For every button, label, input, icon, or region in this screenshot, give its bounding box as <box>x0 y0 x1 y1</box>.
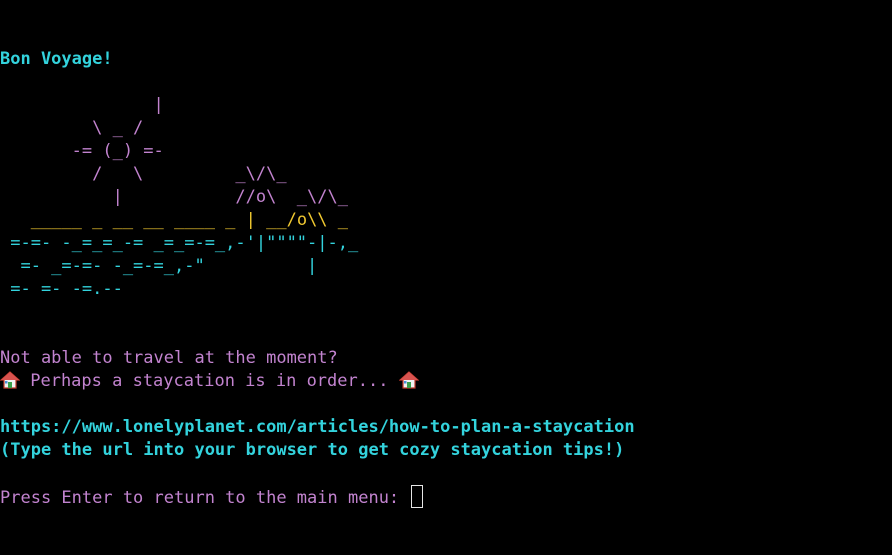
enter-prompt[interactable]: Press Enter to return to the main menu: <box>0 485 892 508</box>
ascii-wave-line-1: =-=- -_=_=_-= _=_=-=_,-'|""""-|-,_ <box>0 233 359 253</box>
url-hint: (Type the url into your browser to get c… <box>0 440 625 460</box>
house-icon <box>398 371 420 389</box>
ascii-sun-line-5: | //o\ _\/\_ <box>0 187 348 207</box>
message-line-2: Perhaps a staycation is in order... <box>0 370 892 393</box>
message-staycation-text: Perhaps a staycation is in order... <box>20 371 399 391</box>
ascii-ship-mast: | <box>245 210 256 230</box>
ascii-sun-line-2: \ _ / <box>0 118 144 138</box>
message-line-1: Not able to travel at the moment? <box>0 348 338 368</box>
ascii-sun-line-1: | <box>0 95 164 115</box>
ascii-wave-line-3: =- =- -=.-- <box>0 279 123 299</box>
house-icon <box>0 371 21 389</box>
ascii-sun-line-4: / \ _\/\_ <box>0 164 287 184</box>
ascii-wave-line-2: =- _=-=- -_=-=_,-" | <box>0 256 318 276</box>
staycation-url: https://www.lonelyplanet.com/articles/ho… <box>0 417 635 437</box>
ascii-ship-line-1: _____ _ __ __ ____ _ | __/o\\ _ <box>0 209 892 232</box>
terminal-output: Bon Voyage! | \ _ / -= (_) =- / \ _\/\_ … <box>0 48 892 548</box>
ascii-ship-deck: __/o\\ _ <box>255 210 349 230</box>
ascii-sun-line-3: -= (_) =- <box>0 141 164 161</box>
ascii-ship-hull: _____ _ __ __ ____ _ <box>0 210 246 230</box>
page-title: Bon Voyage! <box>0 49 113 69</box>
text-cursor[interactable] <box>411 485 424 508</box>
enter-prompt-text: Press Enter to return to the main menu: <box>0 488 410 508</box>
